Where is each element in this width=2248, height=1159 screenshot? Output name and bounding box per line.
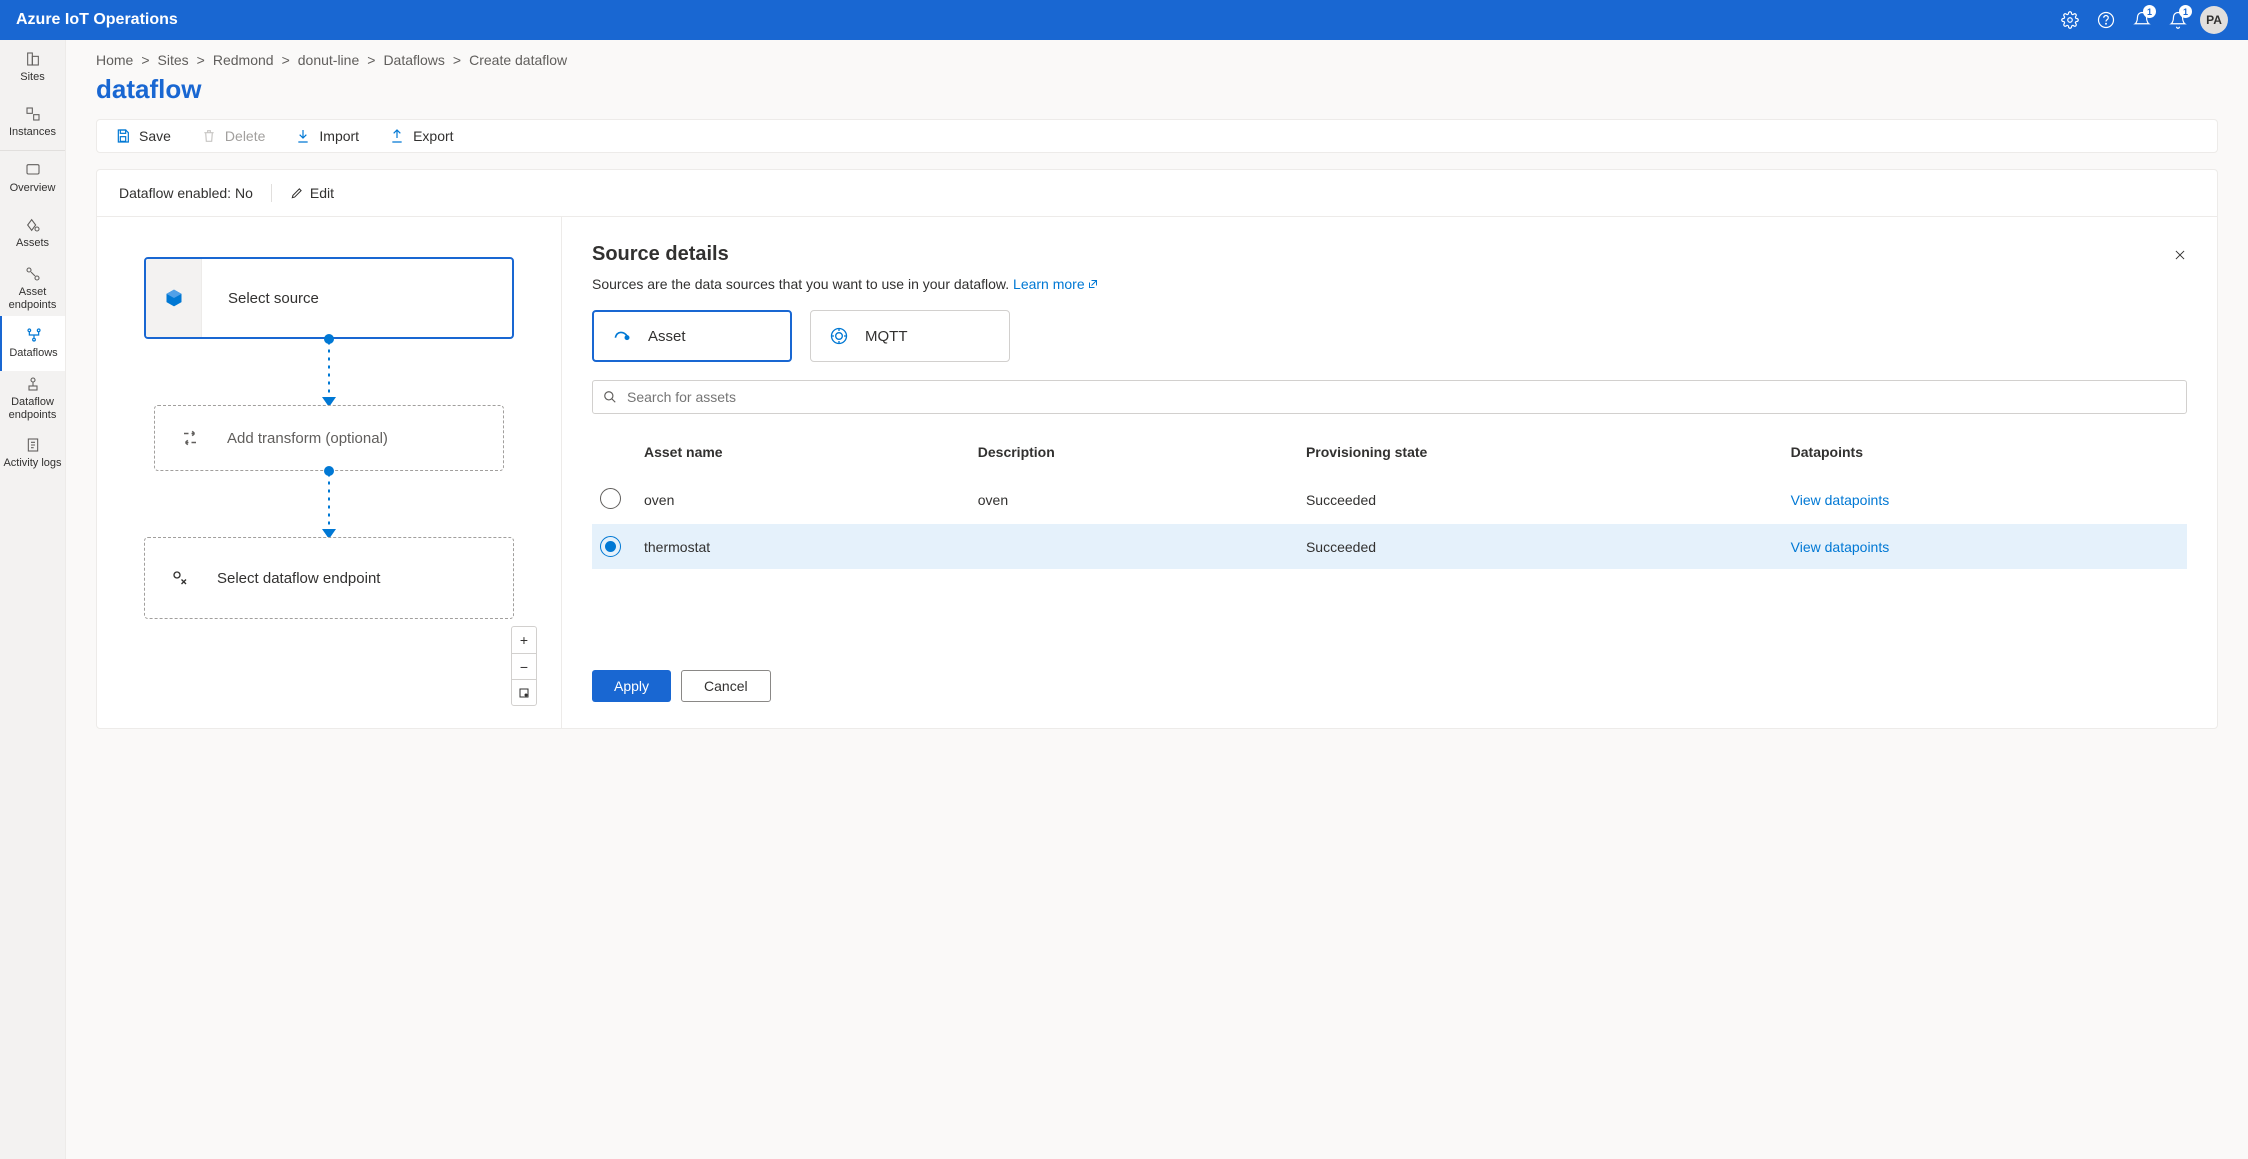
edit-icon [290, 186, 304, 200]
select-endpoint-node[interactable]: Select dataflow endpoint [144, 537, 514, 619]
edit-button[interactable]: Edit [290, 185, 334, 201]
import-icon [295, 128, 311, 144]
search-icon [603, 390, 617, 404]
dataflow-canvas: Select source Add transform (optional) S… [97, 217, 562, 728]
sidebar-item-activity-logs[interactable]: Activity logs [0, 426, 65, 481]
details-title: Source details [592, 243, 729, 266]
search-input[interactable] [627, 389, 2176, 405]
apply-button[interactable]: Apply [592, 670, 671, 702]
dataflow-enabled-label: Dataflow enabled: No [119, 185, 253, 201]
activity-logs-icon [24, 436, 42, 454]
sidebar: Sites Instances Overview Assets Asset en… [0, 40, 66, 1159]
delete-button: Delete [201, 128, 265, 144]
search-box[interactable] [592, 380, 2187, 414]
instances-icon [24, 105, 42, 123]
sidebar-item-assets[interactable]: Assets [0, 206, 65, 261]
assets-table: Asset name Description Provisioning stat… [592, 434, 2187, 569]
col-asset-name[interactable]: Asset name [636, 434, 970, 476]
col-description[interactable]: Description [970, 434, 1298, 476]
tab-asset[interactable]: Asset [592, 310, 792, 362]
view-datapoints-link[interactable]: View datapoints [1791, 539, 1890, 555]
help-icon[interactable] [2088, 2, 2124, 38]
external-link-icon [1087, 278, 1099, 290]
overview-icon [24, 161, 42, 179]
radio-button[interactable] [600, 488, 621, 509]
dataflow-endpoints-icon [24, 375, 42, 393]
source-details-panel: Source details Sources are the data sour… [562, 217, 2217, 728]
notifications-icon[interactable]: 1 [2124, 2, 2160, 38]
learn-more-link[interactable]: Learn more [1013, 276, 1099, 292]
mqtt-icon [829, 326, 849, 346]
breadcrumb-link[interactable]: Sites [158, 52, 189, 68]
sidebar-item-instances[interactable]: Instances [0, 95, 65, 150]
breadcrumb-link[interactable]: Home [96, 52, 133, 68]
app-title: Azure IoT Operations [16, 11, 178, 29]
import-button[interactable]: Import [295, 128, 359, 144]
breadcrumb-link[interactable]: Redmond [213, 52, 274, 68]
toolbar: Save Delete Import Export [96, 119, 2218, 153]
export-button[interactable]: Export [389, 128, 453, 144]
col-provisioning-state[interactable]: Provisioning state [1298, 434, 1783, 476]
tab-mqtt[interactable]: MQTT [810, 310, 1010, 362]
sidebar-item-sites[interactable]: Sites [0, 40, 65, 95]
select-source-node[interactable]: Select source [144, 257, 514, 339]
export-icon [389, 128, 405, 144]
add-transform-node[interactable]: Add transform (optional) [154, 405, 504, 471]
cancel-button[interactable]: Cancel [681, 670, 771, 702]
table-row[interactable]: oven oven Succeeded View datapoints [592, 476, 2187, 524]
table-row[interactable]: thermostat Succeeded View datapoints [592, 524, 2187, 569]
sidebar-item-asset-endpoints[interactable]: Asset endpoints [0, 261, 65, 316]
asset-icon [612, 326, 632, 346]
dataflows-icon [25, 326, 43, 344]
zoom-fit-button[interactable] [512, 679, 536, 705]
alerts-icon[interactable]: 1 [2160, 2, 2196, 38]
assets-icon [24, 216, 42, 234]
content-box: Dataflow enabled: No Edit Select source [96, 169, 2218, 729]
zoom-out-button[interactable]: − [512, 653, 536, 679]
sidebar-item-dataflow-endpoints[interactable]: Dataflow endpoints [0, 371, 65, 426]
breadcrumb-link[interactable]: Dataflows [383, 52, 444, 68]
page-title: dataflow [96, 74, 2218, 105]
sidebar-item-dataflows[interactable]: Dataflows [0, 316, 65, 371]
transform-icon [181, 429, 199, 447]
col-datapoints[interactable]: Datapoints [1783, 434, 2187, 476]
view-datapoints-link[interactable]: View datapoints [1791, 492, 1890, 508]
sidebar-item-overview[interactable]: Overview [0, 151, 65, 206]
zoom-control: + − [511, 626, 537, 706]
delete-icon [201, 128, 217, 144]
endpoint-icon [171, 569, 189, 587]
breadcrumb-link[interactable]: donut-line [298, 52, 360, 68]
source-type-tabs: Asset MQTT [592, 310, 2187, 362]
building-icon [24, 50, 42, 68]
save-icon [115, 128, 131, 144]
settings-icon[interactable] [2052, 2, 2088, 38]
badge: 1 [2143, 5, 2156, 18]
details-description: Sources are the data sources that you wa… [592, 276, 2187, 292]
avatar[interactable]: PA [2196, 2, 2232, 38]
asset-endpoints-icon [24, 265, 42, 283]
zoom-in-button[interactable]: + [512, 627, 536, 653]
radio-button[interactable] [600, 536, 621, 557]
save-button[interactable]: Save [115, 128, 171, 144]
badge: 1 [2179, 5, 2192, 18]
details-actions: Apply Cancel [592, 640, 2187, 702]
cube-icon [146, 259, 202, 337]
close-icon[interactable] [2173, 248, 2187, 262]
breadcrumb-current: Create dataflow [469, 52, 567, 68]
breadcrumb: Home> Sites> Redmond> donut-line> Datafl… [96, 52, 2218, 68]
status-row: Dataflow enabled: No Edit [97, 170, 2217, 217]
main-content: Home> Sites> Redmond> donut-line> Datafl… [66, 40, 2248, 1159]
app-header: Azure IoT Operations 1 1 PA [0, 0, 2248, 40]
